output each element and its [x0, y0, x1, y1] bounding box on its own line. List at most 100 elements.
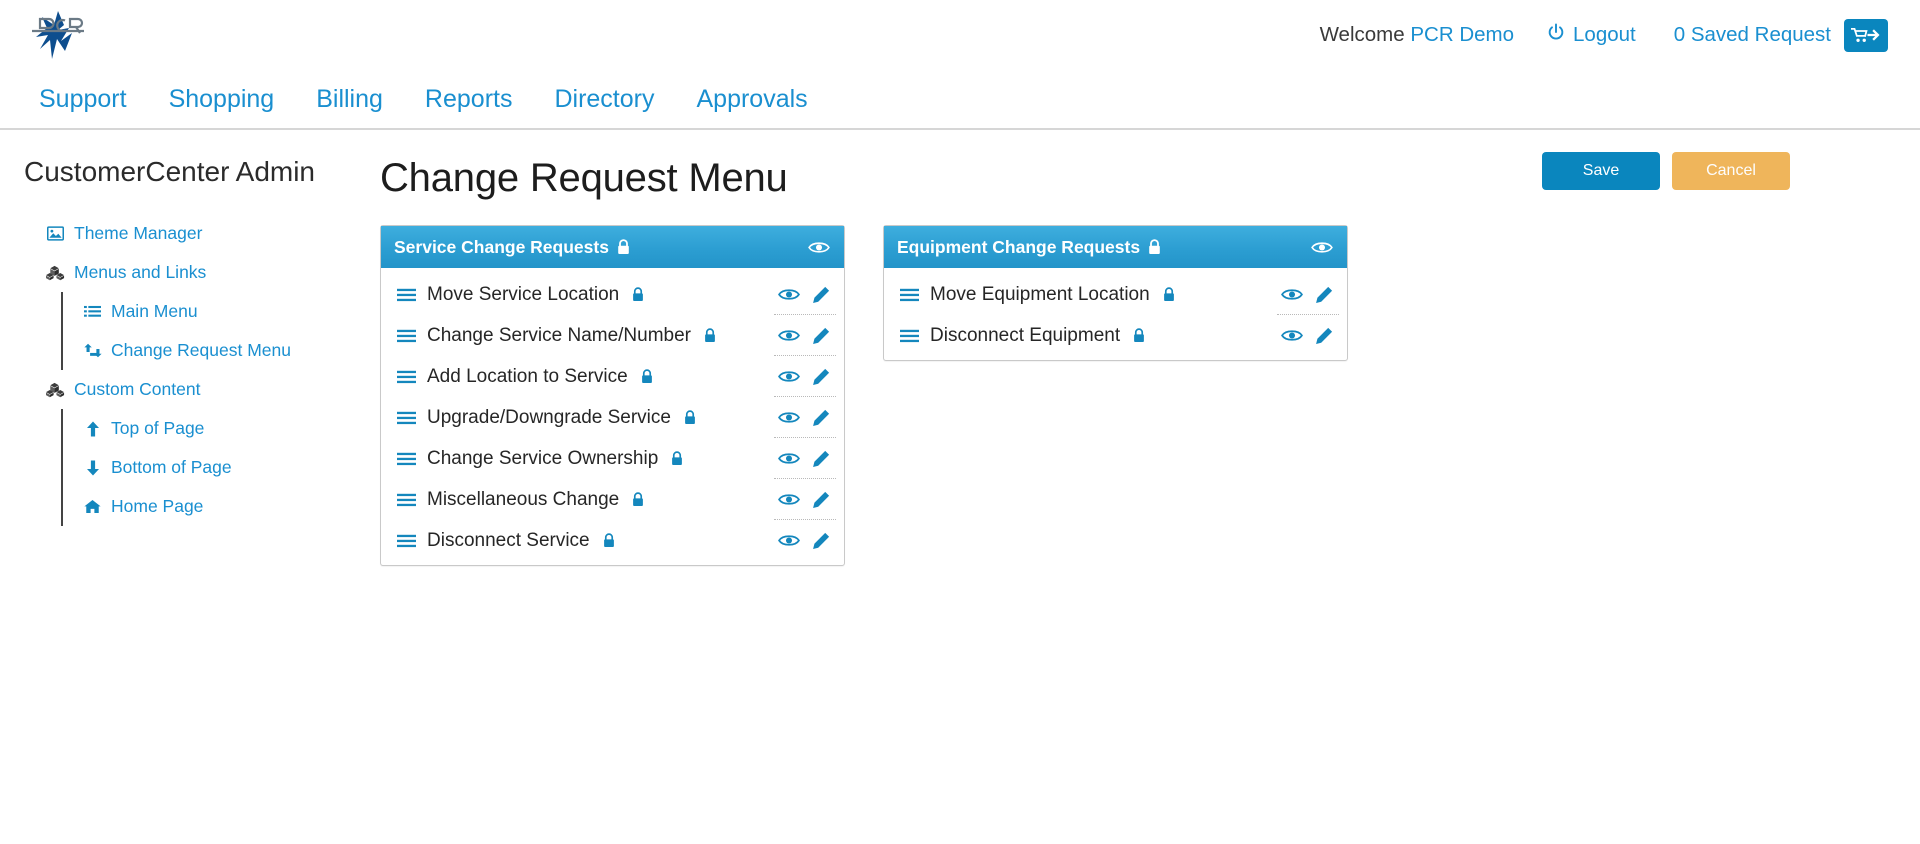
- lock-icon: [1133, 328, 1145, 343]
- lock-icon: [632, 492, 644, 507]
- arrow-up-icon: [83, 421, 102, 437]
- brand-logo[interactable]: [26, 9, 88, 61]
- drag-handle-icon[interactable]: [397, 452, 416, 466]
- row-visibility-eye-icon[interactable]: [778, 369, 800, 384]
- drag-handle-icon[interactable]: [397, 493, 416, 507]
- logout-button[interactable]: Logout: [1546, 22, 1636, 48]
- welcome-prefix: Welcome: [1320, 23, 1405, 46]
- sidebar-subgroup-menus-and-links: Main Menu Change Request Menu: [61, 292, 380, 370]
- table-row[interactable]: Move Service Location: [381, 274, 844, 315]
- page-body: CustomerCenter Admin Theme Manager: [0, 130, 1920, 566]
- row-actions: [1281, 327, 1333, 345]
- lock-icon: [671, 451, 683, 466]
- row-edit-pencil-icon[interactable]: [1315, 286, 1333, 304]
- sidebar-item-label: Change Request Menu: [111, 340, 291, 361]
- row-label: Disconnect Service: [427, 530, 590, 552]
- row-visibility-eye-icon[interactable]: [778, 287, 800, 302]
- sidebar-item-home-page[interactable]: Home Page: [63, 487, 380, 526]
- row-visibility-eye-icon[interactable]: [1281, 328, 1303, 343]
- table-row[interactable]: Upgrade/Downgrade Service: [381, 397, 844, 438]
- row-edit-pencil-icon[interactable]: [812, 491, 830, 509]
- table-row[interactable]: Add Location to Service: [381, 356, 844, 397]
- panel-title: Equipment Change Requests: [897, 237, 1140, 258]
- image-icon: [46, 226, 65, 241]
- table-row[interactable]: Disconnect Service: [381, 520, 844, 561]
- save-button[interactable]: Save: [1542, 152, 1660, 190]
- sidebar-item-menus-and-links[interactable]: Menus and Links: [24, 253, 380, 292]
- drag-handle-icon[interactable]: [397, 534, 416, 548]
- list-icon: [83, 305, 102, 319]
- sidebar-item-change-request-menu[interactable]: Change Request Menu: [63, 331, 380, 370]
- table-row[interactable]: Change Service Name/Number: [381, 315, 844, 356]
- cancel-button[interactable]: Cancel: [1672, 152, 1790, 190]
- sidebar-item-custom-content[interactable]: Custom Content: [24, 370, 380, 409]
- nav-item-directory[interactable]: Directory: [533, 85, 675, 114]
- row-edit-pencil-icon[interactable]: [812, 532, 830, 550]
- nav-item-approvals[interactable]: Approvals: [675, 85, 828, 114]
- drag-handle-icon[interactable]: [900, 288, 919, 302]
- sidebar-item-label: Home Page: [111, 496, 203, 517]
- row-visibility-eye-icon[interactable]: [778, 328, 800, 343]
- row-actions: [778, 409, 830, 427]
- welcome-text: Welcome PCR Demo: [1320, 23, 1514, 47]
- row-edit-pencil-icon[interactable]: [812, 327, 830, 345]
- row-edit-pencil-icon[interactable]: [812, 409, 830, 427]
- sidebar-item-bottom-of-page[interactable]: Bottom of Page: [63, 448, 380, 487]
- row-edit-pencil-icon[interactable]: [812, 368, 830, 386]
- table-row[interactable]: Disconnect Equipment: [884, 315, 1347, 356]
- nav-item-shopping[interactable]: Shopping: [148, 85, 296, 114]
- panels-container: Service Change Requests: [380, 225, 1920, 566]
- nav-item-support[interactable]: Support: [18, 85, 148, 114]
- panel-visibility-eye-icon[interactable]: [808, 240, 830, 255]
- form-actions: Save Cancel: [1542, 152, 1790, 190]
- nav-item-reports[interactable]: Reports: [404, 85, 534, 114]
- boxes-icon: [46, 382, 65, 398]
- sidebar-item-main-menu[interactable]: Main Menu: [63, 292, 380, 331]
- sidebar-item-theme-manager[interactable]: Theme Manager: [24, 214, 380, 253]
- top-header: Welcome PCR Demo Logout 0 Saved Request: [0, 0, 1920, 70]
- panel-title: Service Change Requests: [394, 237, 609, 258]
- row-label: Change Service Name/Number: [427, 325, 691, 347]
- row-label: Add Location to Service: [427, 366, 628, 388]
- panel-visibility-eye-icon[interactable]: [1311, 240, 1333, 255]
- sidebar-item-label: Theme Manager: [74, 223, 202, 244]
- row-edit-pencil-icon[interactable]: [812, 450, 830, 468]
- table-row[interactable]: Miscellaneous Change: [381, 479, 844, 520]
- sidebar-item-label: Main Menu: [111, 301, 198, 322]
- panel-rows: Move Equipment Location: [884, 268, 1347, 360]
- row-actions: [778, 491, 830, 509]
- saved-request-link[interactable]: 0 Saved Request: [1674, 23, 1831, 47]
- cart-forward-icon[interactable]: [1844, 19, 1888, 52]
- row-visibility-eye-icon[interactable]: [778, 533, 800, 548]
- row-visibility-eye-icon[interactable]: [778, 492, 800, 507]
- table-row[interactable]: Change Service Ownership: [381, 438, 844, 479]
- nav-item-billing[interactable]: Billing: [295, 85, 404, 114]
- username-link[interactable]: PCR Demo: [1410, 23, 1514, 46]
- lock-icon: [641, 369, 653, 384]
- row-label: Move Service Location: [427, 284, 619, 306]
- sidebar-item-label: Bottom of Page: [111, 457, 232, 478]
- drag-handle-icon[interactable]: [397, 329, 416, 343]
- sidebar-item-label: Top of Page: [111, 418, 204, 439]
- row-visibility-eye-icon[interactable]: [778, 451, 800, 466]
- lock-icon: [1148, 239, 1161, 255]
- drag-handle-icon[interactable]: [397, 370, 416, 384]
- drag-handle-icon[interactable]: [397, 288, 416, 302]
- row-actions: [778, 368, 830, 386]
- lock-icon: [603, 533, 615, 548]
- power-icon: [1546, 22, 1566, 48]
- sidebar-item-top-of-page[interactable]: Top of Page: [63, 409, 380, 448]
- row-label: Change Service Ownership: [427, 448, 658, 470]
- table-row[interactable]: Move Equipment Location: [884, 274, 1347, 315]
- lock-icon: [617, 239, 630, 255]
- row-visibility-eye-icon[interactable]: [1281, 287, 1303, 302]
- row-edit-pencil-icon[interactable]: [1315, 327, 1333, 345]
- row-edit-pencil-icon[interactable]: [812, 286, 830, 304]
- drag-handle-icon[interactable]: [397, 411, 416, 425]
- header-right-cluster: Welcome PCR Demo Logout 0 Saved Request: [1320, 19, 1894, 52]
- drag-handle-icon[interactable]: [900, 329, 919, 343]
- boxes-icon: [46, 265, 65, 281]
- row-visibility-eye-icon[interactable]: [778, 410, 800, 425]
- row-actions: [778, 286, 830, 304]
- arrow-down-icon: [83, 460, 102, 476]
